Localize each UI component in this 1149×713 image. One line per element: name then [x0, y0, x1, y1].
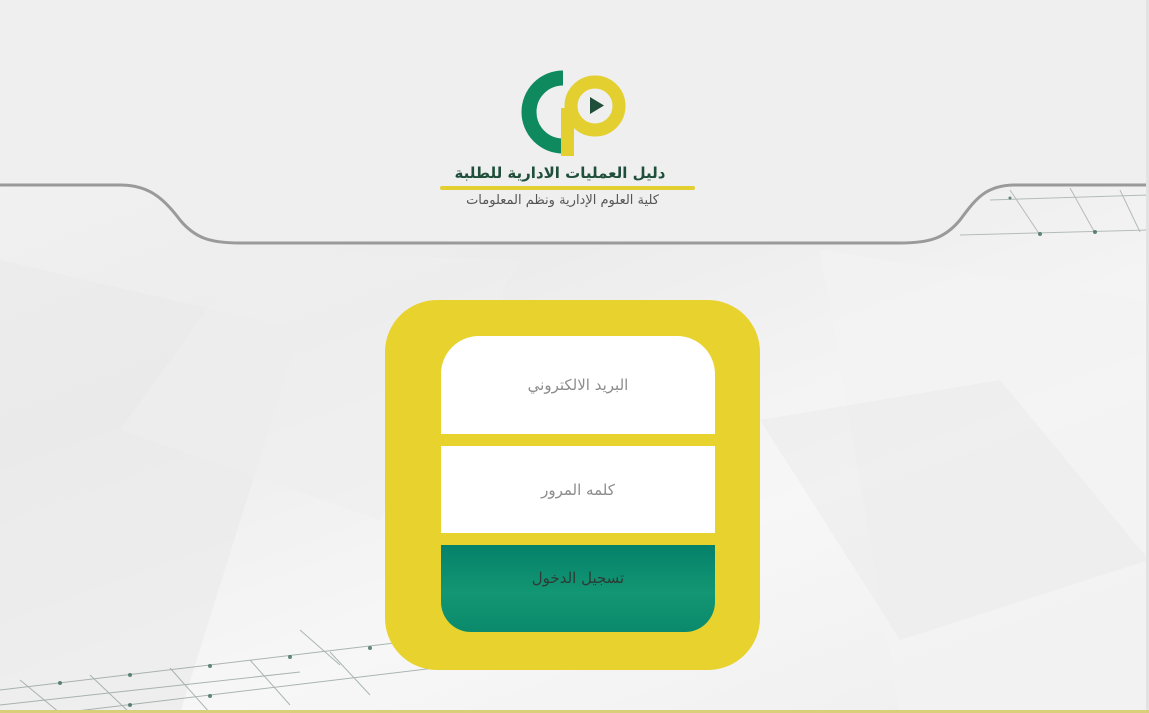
- app-title: دليل العمليات الادارية للطلبة: [454, 164, 666, 182]
- play-logo-icon: [521, 70, 626, 156]
- password-field-wrapper: [441, 446, 715, 533]
- password-field[interactable]: [441, 446, 715, 533]
- login-button[interactable]: تسجيل الدخول: [441, 545, 715, 632]
- email-field[interactable]: [441, 336, 715, 434]
- login-page: دليل العمليات الادارية للطلبة كلية العلو…: [0, 0, 1149, 713]
- app-subtitle: كلية العلوم الإدارية ونظم المعلومات: [466, 193, 659, 208]
- email-field-wrapper: [441, 336, 715, 434]
- title-underline: [440, 186, 695, 190]
